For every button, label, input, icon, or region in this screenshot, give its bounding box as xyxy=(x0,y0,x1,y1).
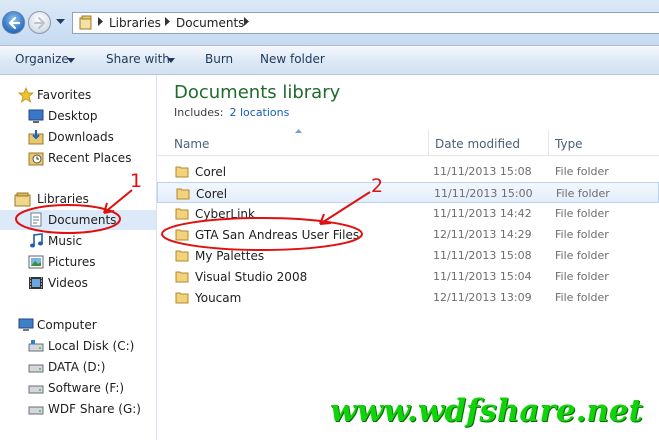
annotation-overlay xyxy=(15,189,371,251)
annotation-circle-gta-folder xyxy=(161,217,363,251)
annotation-arrow-2 xyxy=(319,191,371,225)
annotation-arrow-1 xyxy=(103,189,133,214)
annotation-number-1: 1 xyxy=(130,170,143,192)
annotation-number-2: 2 xyxy=(371,175,384,197)
watermark: www.wdfshare.net xyxy=(330,393,643,429)
